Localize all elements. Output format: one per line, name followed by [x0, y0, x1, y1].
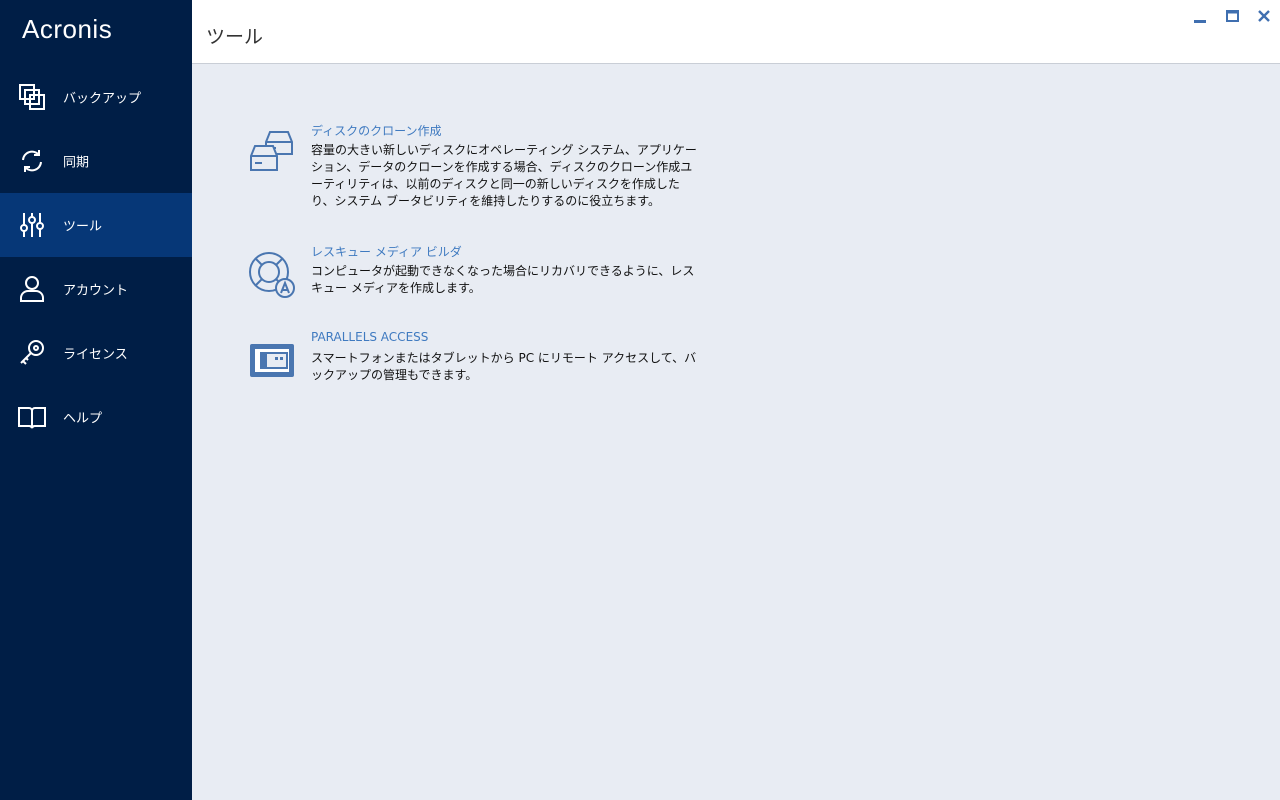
book-icon	[18, 407, 46, 429]
tool-description: コンピュータが起動できなくなった場合にリカバリできるように、レスキュー メディア…	[311, 264, 695, 295]
sidebar: Acronis バックアップ 同期 ツール アカウント ライセンス ヘルプ	[0, 0, 192, 800]
sidebar-item-backup[interactable]: バックアップ	[0, 65, 192, 129]
header: ツール	[192, 0, 1280, 64]
sidebar-item-label: 同期	[63, 155, 90, 171]
acronis-logo: Acronis	[22, 14, 113, 44]
sidebar-item-label: ライセンス	[63, 347, 128, 363]
sidebar-item-account[interactable]: アカウント	[0, 257, 192, 321]
sync-icon	[22, 150, 42, 172]
sidebar-item-tools[interactable]: ツール	[0, 193, 192, 257]
maximize-icon[interactable]	[1222, 6, 1244, 28]
sidebar-item-sync[interactable]: 同期	[0, 129, 192, 193]
close-icon[interactable]	[1253, 6, 1275, 28]
tool-description: 容量の大きい新しいディスクにオペレーティング システム、アプリケーション、データ…	[311, 143, 697, 208]
account-icon	[20, 276, 44, 302]
tablet-icon[interactable]	[248, 338, 296, 386]
tools-icon	[20, 213, 44, 237]
tool-title[interactable]: ディスクのクローン作成	[311, 122, 442, 139]
key-icon	[20, 340, 44, 365]
sidebar-item-help[interactable]: ヘルプ	[0, 385, 192, 449]
sidebar-item-label: アカウント	[63, 283, 129, 299]
sidebar-item-license[interactable]: ライセンス	[0, 321, 192, 385]
tool-title[interactable]: PARALLELS ACCESS	[311, 330, 428, 344]
rescue-lifebuoy-icon[interactable]	[248, 251, 296, 299]
page-title: ツール	[206, 26, 264, 48]
disk-clone-icon[interactable]	[248, 130, 296, 178]
sidebar-item-label: ヘルプ	[63, 411, 103, 427]
sidebar-item-label: バックアップ	[63, 91, 142, 107]
minimize-icon[interactable]	[1190, 6, 1212, 28]
tool-title[interactable]: レスキュー メディア ビルダ	[311, 243, 462, 260]
backup-icon	[19, 84, 45, 110]
tool-description: スマートフォンまたはタブレットから PC にリモート アクセスして、バックアップ…	[311, 351, 697, 382]
sidebar-item-label: ツール	[63, 219, 103, 235]
